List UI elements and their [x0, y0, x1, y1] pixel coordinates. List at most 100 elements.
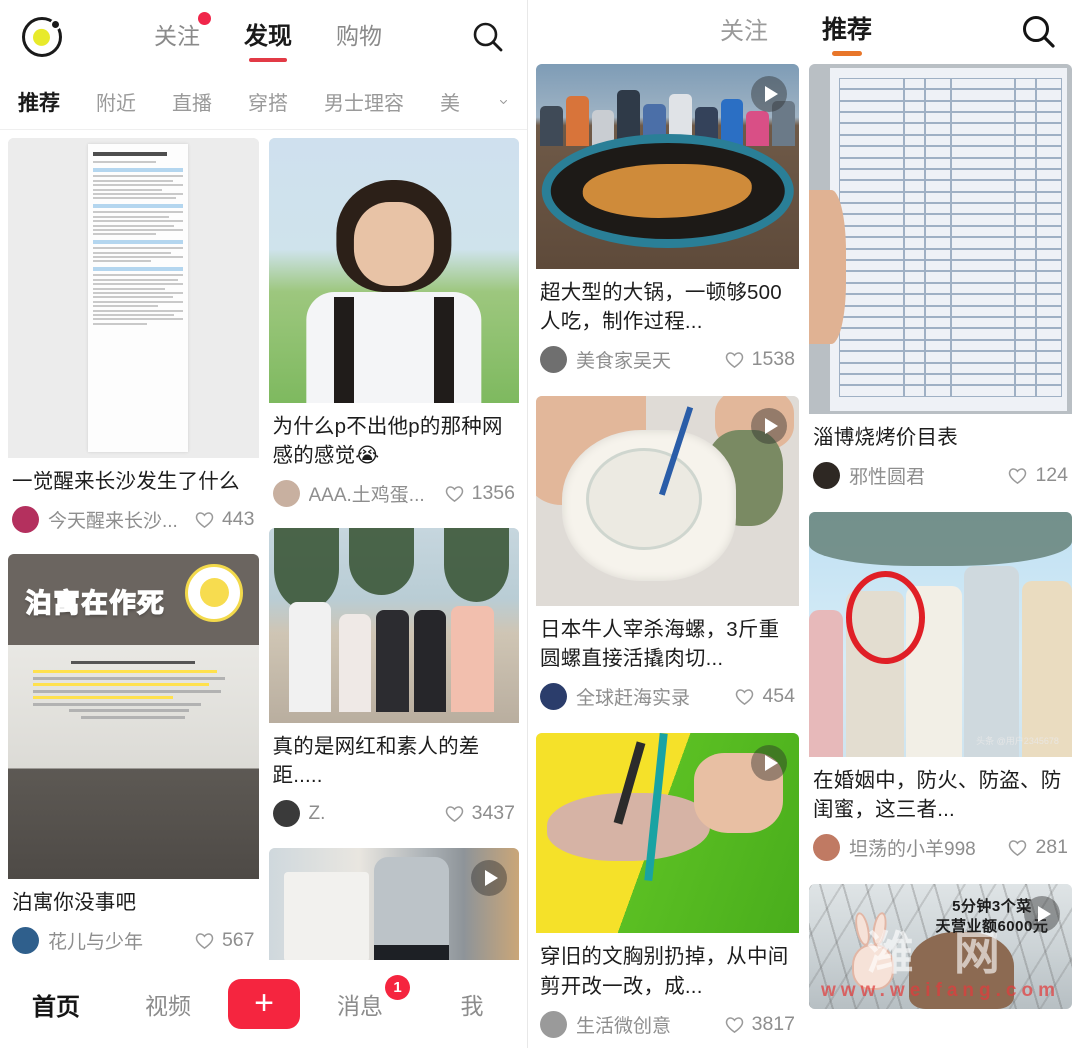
- beach-group-photo-image: [268, 528, 519, 724]
- palm-tree: [273, 528, 339, 611]
- card-thumbnail: [809, 64, 1072, 414]
- subtab-beauty[interactable]: 美: [440, 87, 460, 116]
- card-thumbnail: [536, 733, 799, 934]
- tab-discover[interactable]: 发现: [244, 16, 292, 58]
- wok-pan: [541, 133, 794, 249]
- bottom-nav-bar: 首页 视频 + 消息 1 我: [0, 960, 527, 1048]
- tab-shopping[interactable]: 购物: [336, 17, 382, 58]
- right-feed[interactable]: 超大型的大锅，一顿够500人吃，制作过程... 美食家吴天 1538 日本牛人宰…: [528, 64, 1080, 1048]
- like-count: 124: [1035, 464, 1068, 487]
- avatar[interactable]: [540, 683, 567, 711]
- feed-card[interactable]: 一觉醒来长沙发生了什么 今天醒来长沙... 443: [8, 138, 259, 543]
- like-group[interactable]: 1538: [724, 348, 795, 371]
- card-author[interactable]: 美食家吴天: [576, 346, 671, 373]
- tab-shopping-label: 购物: [336, 22, 382, 49]
- tab-recommend[interactable]: 推荐: [822, 10, 872, 54]
- card-author[interactable]: 坦荡的小羊998: [849, 834, 976, 861]
- snail-inner: [588, 450, 700, 548]
- compose-button[interactable]: +: [228, 979, 300, 1029]
- avatar[interactable]: [813, 462, 840, 490]
- like-group[interactable]: 1356: [444, 482, 515, 505]
- avatar[interactable]: [12, 927, 39, 955]
- chevron-down-icon[interactable]: [498, 91, 509, 113]
- person: [376, 610, 409, 712]
- person: [809, 610, 844, 758]
- card-meta: 花儿与少年 567: [8, 920, 259, 963]
- like-group[interactable]: 443: [194, 508, 255, 531]
- avatar[interactable]: [272, 480, 300, 508]
- app-logo-icon[interactable]: [22, 17, 62, 57]
- subtab-live[interactable]: 直播: [172, 87, 212, 116]
- like-group[interactable]: 281: [1007, 836, 1068, 859]
- like-group[interactable]: 454: [734, 685, 795, 708]
- feed-card[interactable]: 头条 @用户2345678 在婚姻中，防火、防盗、防闺蜜，这三者... 坦荡的小…: [809, 512, 1072, 871]
- card-author[interactable]: Z.: [309, 803, 326, 825]
- feed-card[interactable]: 日本牛人宰杀海螺，3斤重圆螺直接活撬肉切... 全球赶海实录 454: [536, 396, 799, 720]
- feed-card[interactable]: 潍 网 www.weifang.com 5分钟3个菜 天营业额6000元: [809, 884, 1072, 1010]
- wok-food: [583, 163, 752, 219]
- card-title: 日本牛人宰杀海螺，3斤重圆螺直接活撬肉切...: [540, 618, 780, 671]
- like-group[interactable]: 567: [194, 929, 255, 952]
- avatar[interactable]: [272, 800, 300, 828]
- feed-card[interactable]: 为什么p不出他p的那种网感的感觉😭 AAA.土鸡蛋... 1356: [268, 138, 519, 517]
- poster-photo-image: 泊寓在作死: [8, 554, 259, 880]
- logo-dot: [50, 19, 61, 30]
- avatar[interactable]: [12, 506, 39, 534]
- tab-follow-badge: [198, 11, 211, 25]
- like-group[interactable]: 3817: [724, 1013, 795, 1036]
- avatar[interactable]: [813, 834, 840, 862]
- card-author[interactable]: 邪性圆君: [849, 462, 925, 489]
- card-thumbnail: 泊寓在作死: [8, 554, 259, 880]
- feed-card[interactable]: 超大型的大锅，一顿够500人吃，制作过程... 美食家吴天 1538: [536, 64, 799, 383]
- feed-card[interactable]: 泊寓在作死 泊寓你没事吧 花儿与少年 567: [8, 554, 259, 964]
- like-count: 3437: [471, 802, 515, 825]
- card-thumbnail: 头条 @用户2345678: [809, 512, 1072, 758]
- card-thumbnail: [268, 528, 519, 724]
- nav-profile[interactable]: 我: [416, 987, 527, 1021]
- card-title: 在婚姻中，防火、防盗、防闺蜜，这三者...: [813, 769, 1062, 822]
- card-author[interactable]: 今天醒来长沙...: [48, 506, 178, 533]
- card-title: 真的是网红和素人的差距.....: [272, 735, 480, 788]
- wedding-group-photo-image: 头条 @用户2345678: [809, 512, 1072, 758]
- groom: [964, 566, 1020, 758]
- avatar[interactable]: [540, 346, 567, 374]
- heart-icon: [1009, 468, 1027, 485]
- site-watermark-small: www.weifang.com: [821, 979, 1060, 1001]
- nav-video[interactable]: 视频: [112, 987, 224, 1021]
- tab-follow[interactable]: 关注: [154, 11, 211, 58]
- logo-core: [32, 28, 50, 46]
- person: [451, 606, 494, 712]
- subtab-recommend[interactable]: 推荐: [18, 87, 60, 117]
- left-feed[interactable]: 一觉醒来长沙发生了什么 今天醒来长沙... 443 泊寓在作死 泊寓你没事吧 花…: [0, 130, 527, 1048]
- card-thumbnail: 潍 网 www.weifang.com 5分钟3个菜 天营业额6000元: [809, 884, 1072, 1010]
- dual-app-screenshot: 关注 发现 购物 推荐 附近 直播 穿搭 男士理容 美 一觉醒来长沙发生了什么 …: [0, 0, 1080, 1048]
- search-icon[interactable]: [471, 20, 505, 54]
- tab-follow[interactable]: 关注: [720, 11, 768, 54]
- card-author[interactable]: 全球赶海实录: [576, 683, 690, 710]
- feed-card[interactable]: 真的是网红和素人的差距..... Z. 3437: [268, 528, 519, 837]
- card-author[interactable]: 生活微创意: [576, 1011, 671, 1038]
- card-thumbnail: [268, 138, 519, 403]
- nav-home[interactable]: 首页: [0, 987, 112, 1022]
- tab-follow-label: 关注: [720, 17, 768, 45]
- feed-card[interactable]: 穿旧的文胸别扔掉，从中间剪开改一改，成... 生活微创意 3817: [536, 733, 799, 1047]
- card-author[interactable]: 花儿与少年: [48, 927, 143, 954]
- subtab-nearby[interactable]: 附近: [96, 87, 136, 116]
- like-group[interactable]: 124: [1007, 464, 1068, 487]
- card-author[interactable]: AAA.土鸡蛋...: [309, 480, 425, 507]
- nav-home-label: 首页: [32, 993, 80, 1021]
- sticker-decoration: [185, 563, 244, 622]
- search-icon[interactable]: [1020, 13, 1058, 51]
- like-group[interactable]: 3437: [444, 802, 515, 825]
- feed-card[interactable]: 淄博烧烤价目表 邪性圆君 124: [809, 64, 1072, 499]
- heart-icon: [1009, 840, 1027, 857]
- red-circle-annotation: [845, 570, 925, 664]
- card-thumbnail: [536, 64, 799, 269]
- avatar[interactable]: [540, 1010, 567, 1038]
- play-icon[interactable]: [751, 76, 787, 112]
- subtab-mens-grooming[interactable]: 男士理容: [324, 87, 404, 116]
- subtab-outfit[interactable]: 穿搭: [248, 87, 288, 116]
- nav-messages[interactable]: 消息 1: [304, 975, 416, 1021]
- play-icon[interactable]: [751, 408, 787, 445]
- card-title: 穿旧的文胸别扔掉，从中间剪开改一改，成...: [540, 945, 789, 998]
